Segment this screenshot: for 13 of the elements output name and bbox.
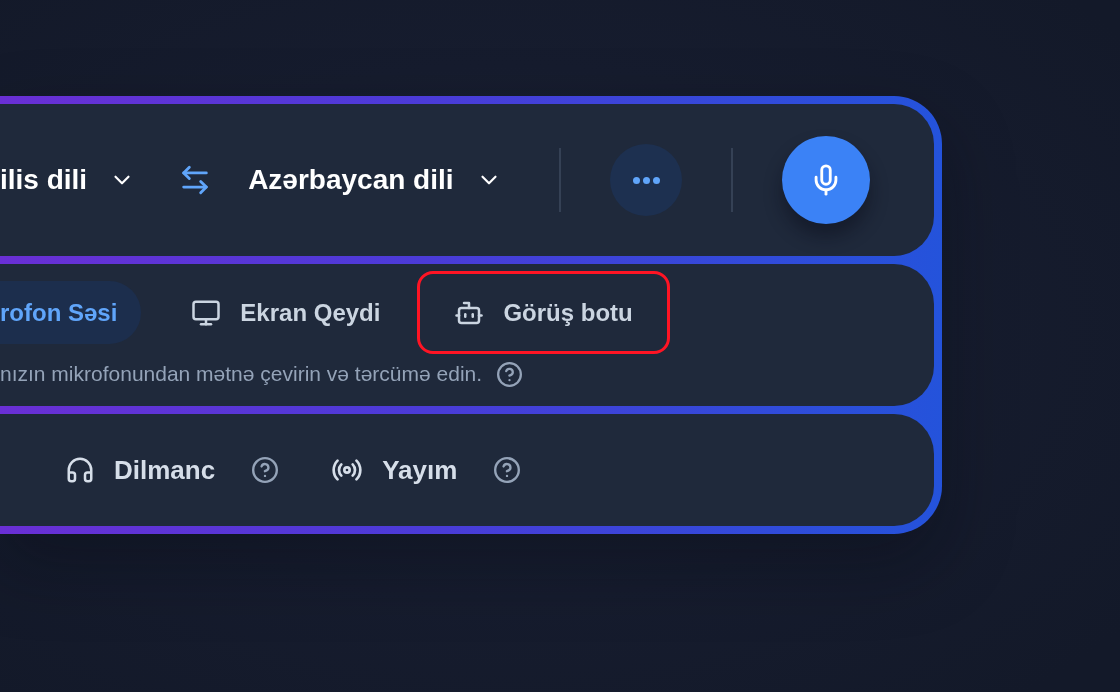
target-language-select[interactable]: Azərbaycan dili <box>248 164 502 196</box>
mode-tab[interactable]: Ekran Qeydi <box>167 281 405 344</box>
source-language-select[interactable]: ilis dili <box>0 164 136 196</box>
feature-button[interactable]: Dilmanc <box>65 454 216 486</box>
help-icon[interactable] <box>252 457 279 483</box>
headphones-icon <box>65 455 95 485</box>
help-icon[interactable] <box>494 457 521 483</box>
mode-description: nızın mikrofonundan mətnə çevirin və tərcümə edin. <box>0 361 483 387</box>
dots-icon <box>632 176 660 184</box>
mode-tab[interactable]: Görüş botu <box>430 281 657 344</box>
mode-tab[interactable]: rofon Səsi <box>0 281 142 344</box>
feature-button[interactable]: Yayım <box>331 454 458 486</box>
help-icon[interactable] <box>497 361 523 387</box>
